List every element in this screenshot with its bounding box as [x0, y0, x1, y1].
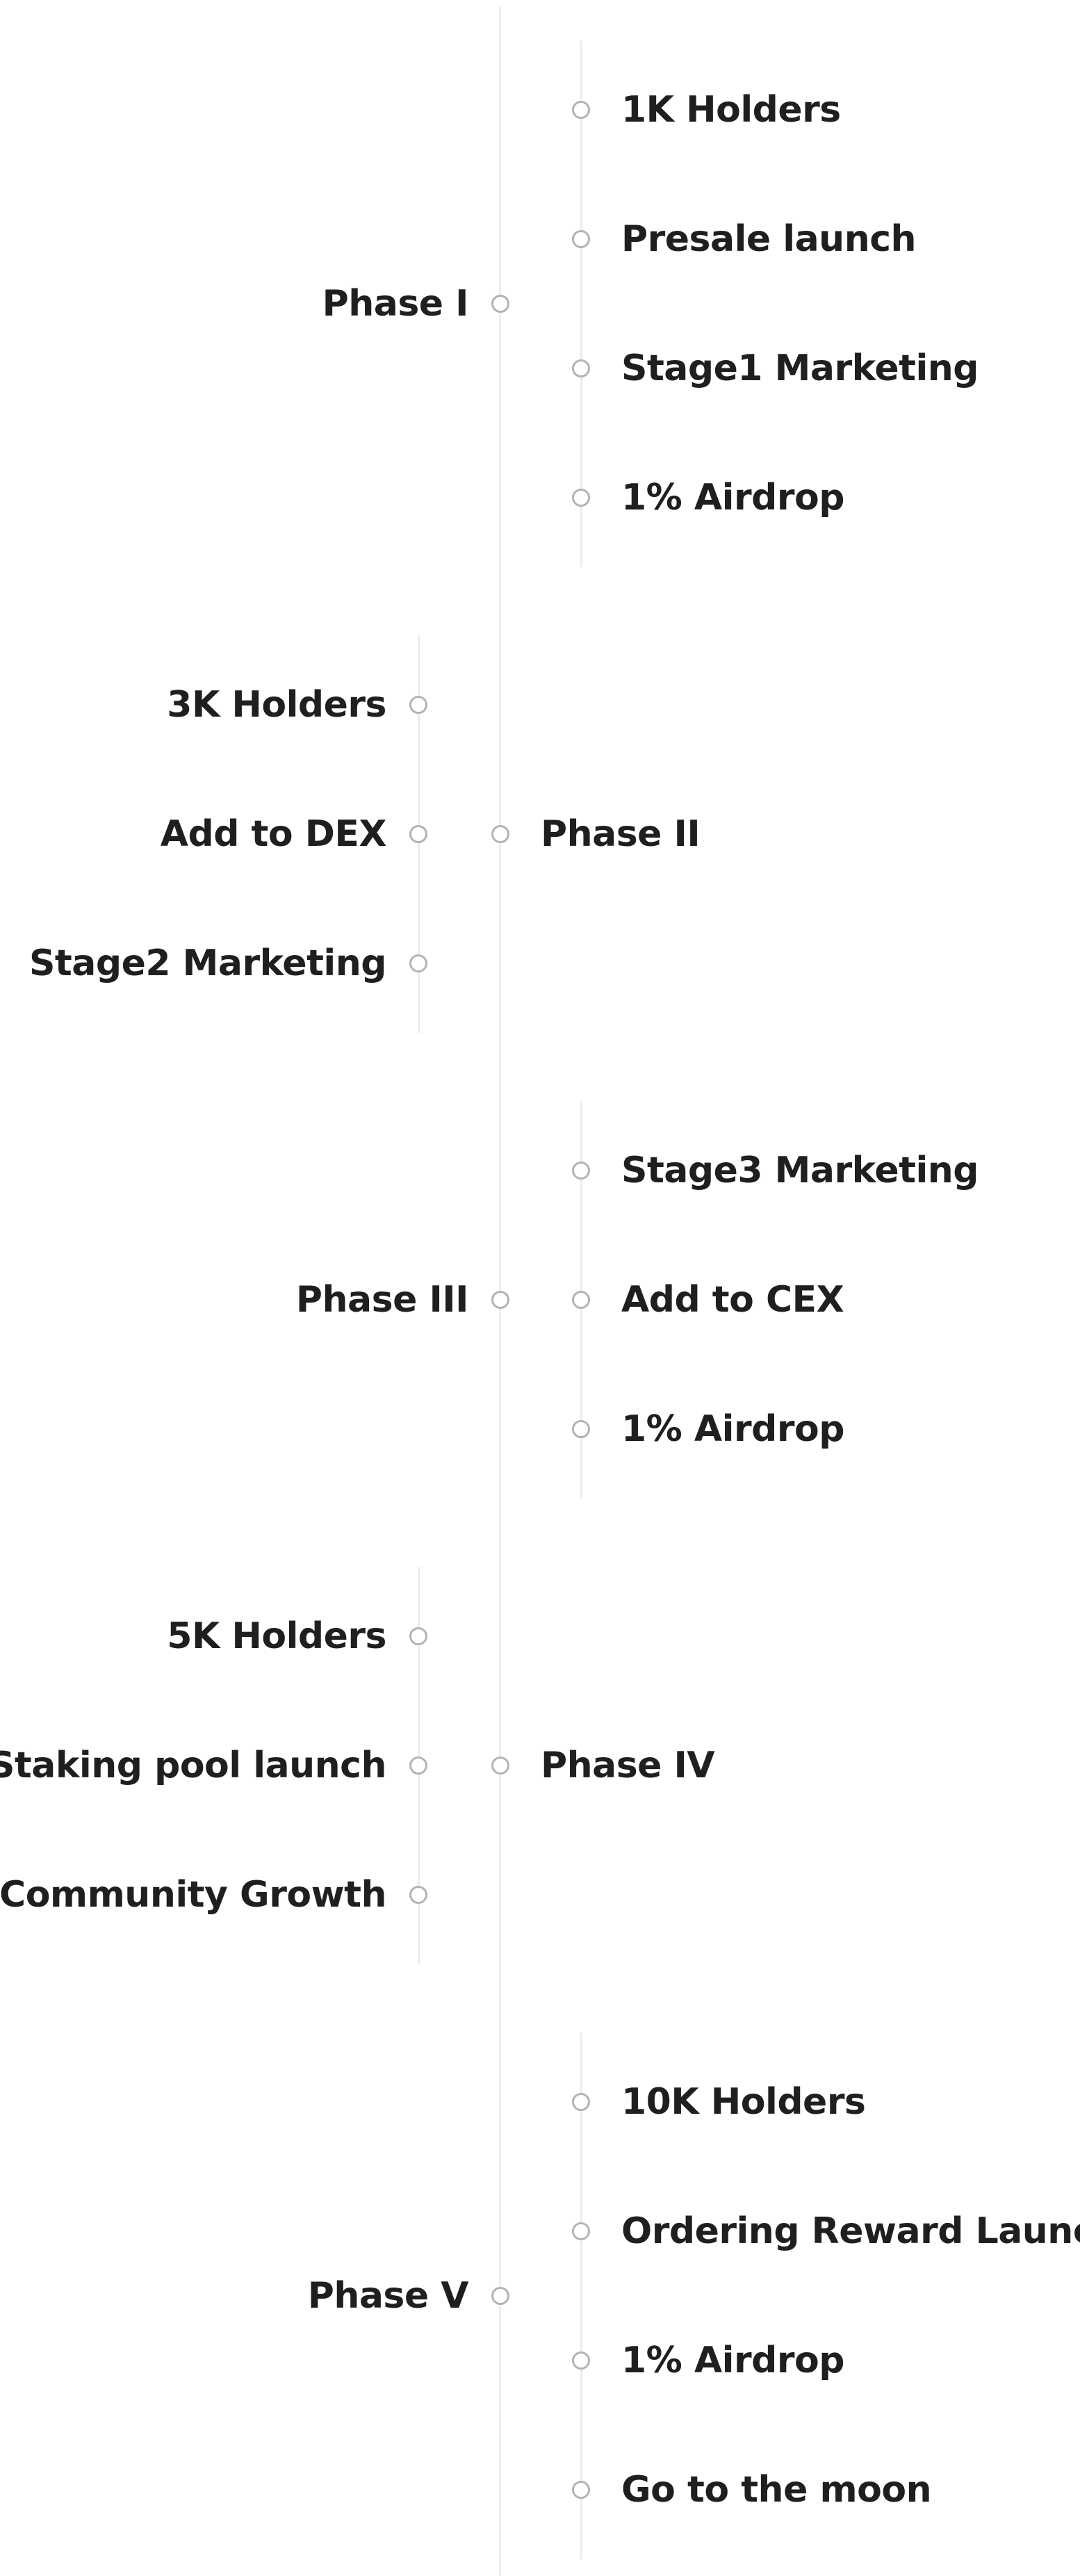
milestone-label: Stage1 Marketing	[621, 348, 979, 389]
milestone-node-icon	[572, 2093, 590, 2111]
milestone-node-icon	[572, 2222, 590, 2240]
milestone-node-icon	[409, 1886, 427, 1904]
milestone-node-icon	[409, 696, 427, 714]
milestone-label: Add to CEX	[621, 1279, 844, 1321]
phase-label: Phase IV	[541, 1745, 715, 1786]
roadmap-timeline: Phase I 1K Holders Presale launch Stage1 Ma…	[0, 0, 1080, 2576]
milestone-label: Go to the moon	[621, 2469, 932, 2511]
milestone-label: 1% Airdrop	[621, 2340, 844, 2381]
milestone-label: Stage3 Marketing	[621, 1150, 979, 1191]
milestone-label: 1% Airdrop	[621, 477, 844, 519]
phase-node-icon	[491, 1756, 509, 1775]
milestone-node-icon	[572, 2351, 590, 2370]
milestone-node-icon	[409, 825, 427, 843]
phase-node-icon	[491, 2287, 509, 2305]
milestone-node-icon	[409, 1756, 427, 1775]
milestone-node-icon	[409, 954, 427, 972]
milestone-node-icon	[572, 2481, 590, 2499]
milestone-label: Staking pool launch	[0, 1745, 387, 1786]
milestone-node-icon	[572, 1291, 590, 1309]
milestone-label: 3K Holders	[167, 684, 386, 726]
phase-label: Phase I	[322, 283, 469, 325]
milestone-node-icon	[572, 101, 590, 119]
milestone-label: Presale launch	[621, 218, 917, 260]
milestone-node-icon	[409, 1627, 427, 1645]
milestone-node-icon	[572, 1420, 590, 1438]
phase-label: Phase II	[541, 813, 701, 855]
milestone-node-icon	[572, 359, 590, 377]
milestone-node-icon	[572, 230, 590, 248]
phase-node-icon	[491, 825, 509, 843]
phase-label: Phase III	[295, 1279, 469, 1321]
phase-node-icon	[491, 295, 509, 313]
milestone-label: Add to DEX	[160, 813, 387, 855]
phase-label: Phase V	[307, 2275, 469, 2317]
milestone-label: 1K Holders	[621, 89, 841, 131]
milestone-label: Stage2 Marketing	[28, 943, 387, 984]
milestone-node-icon	[572, 489, 590, 507]
milestone-label: 1% Airdrop	[621, 1408, 844, 1450]
milestone-label: Ordering Reward Launch	[621, 2210, 1080, 2252]
milestone-label: 5K Holders	[167, 1615, 386, 1657]
milestone-label: Community Growth	[0, 1874, 386, 1916]
milestone-node-icon	[572, 1161, 590, 1180]
phase-node-icon	[491, 1291, 509, 1309]
milestone-label: 10K Holders	[621, 2081, 866, 2123]
